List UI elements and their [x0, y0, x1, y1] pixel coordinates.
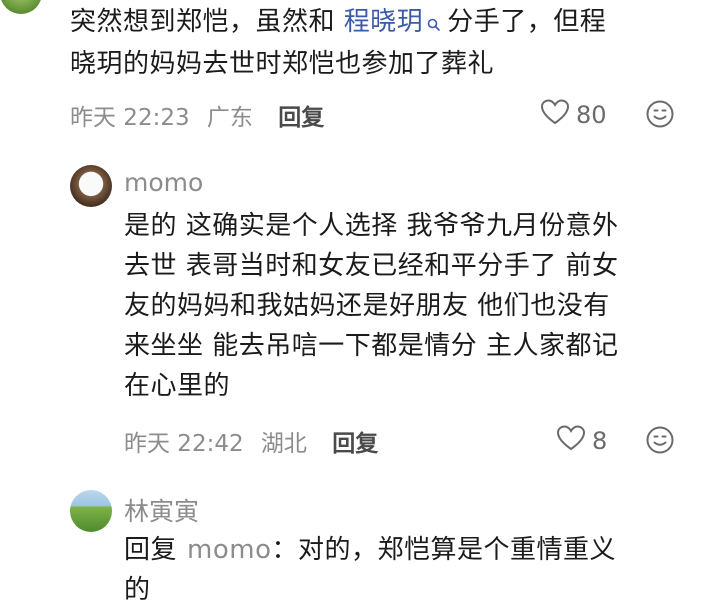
- reply-button[interactable]: 回复: [278, 105, 324, 131]
- smiley-icon[interactable]: [645, 425, 675, 459]
- comment-meta: 昨天 22:23 广东 回复: [70, 98, 324, 132]
- comment-location: 湖北: [260, 431, 307, 457]
- comment-line: 去世 表哥当时和女友已经和平分手了 前女: [124, 251, 619, 281]
- like-count: 8: [592, 427, 608, 455]
- reply-button[interactable]: 回复: [332, 431, 378, 457]
- linyinyin-avatar[interactable]: [70, 490, 112, 532]
- comment-line-1: 回复 momo：对的，郑恺算是个重情重义: [124, 535, 616, 565]
- comment-text: 回复 momo：对的，郑恺算是个重情重义 的: [124, 530, 694, 610]
- mention-link[interactable]: 程晓玥: [344, 7, 424, 37]
- like-button[interactable]: 80: [540, 98, 607, 132]
- comment-line: 友的妈妈和我姑妈还是好朋友 他们也没有: [124, 291, 610, 321]
- comment-line-2: 的: [124, 575, 151, 605]
- smiley-icon[interactable]: [645, 99, 675, 133]
- comment-line: 来坐坐 能去吊唁一下都是情分 主人家都记: [124, 331, 619, 361]
- comment-location: 广东: [206, 105, 253, 131]
- comment-line-1: 突然想到郑恺，虽然和 程晓玥 分手了，但程: [70, 2, 690, 44]
- like-button[interactable]: 8: [556, 424, 607, 458]
- like-count: 80: [576, 101, 607, 129]
- comment-date: 昨天 22:42: [124, 431, 244, 457]
- momo-avatar[interactable]: [70, 165, 112, 207]
- reply-prefix: 回复: [124, 535, 178, 565]
- reply-to-user[interactable]: momo: [187, 535, 271, 565]
- comment-meta: 昨天 22:42 湖北 回复: [124, 424, 378, 458]
- username[interactable]: momo: [124, 168, 203, 197]
- comment-line: 是的 这确实是个人选择 我爷爷九月份意外: [124, 211, 619, 241]
- username[interactable]: 林寅寅: [124, 492, 199, 528]
- comment-line: 在心里的: [124, 371, 231, 401]
- comment-text: 突然想到郑恺，虽然和 程晓玥 分手了，但程 晓玥的妈妈去世时郑恺也参加了葬礼: [70, 2, 690, 84]
- heart-outline-icon: [540, 98, 570, 132]
- commenter-avatar[interactable]: [0, 0, 42, 14]
- comment-text: 是的 这确实是个人选择 我爷爷九月份意外 去世 表哥当时和女友已经和平分手了 前…: [124, 206, 694, 406]
- comment-line-2: 晓玥的妈妈去世时郑恺也参加了葬礼: [70, 49, 495, 79]
- heart-outline-icon: [556, 424, 586, 458]
- comment-date: 昨天 22:23: [70, 105, 190, 131]
- search-small-icon[interactable]: [427, 4, 441, 44]
